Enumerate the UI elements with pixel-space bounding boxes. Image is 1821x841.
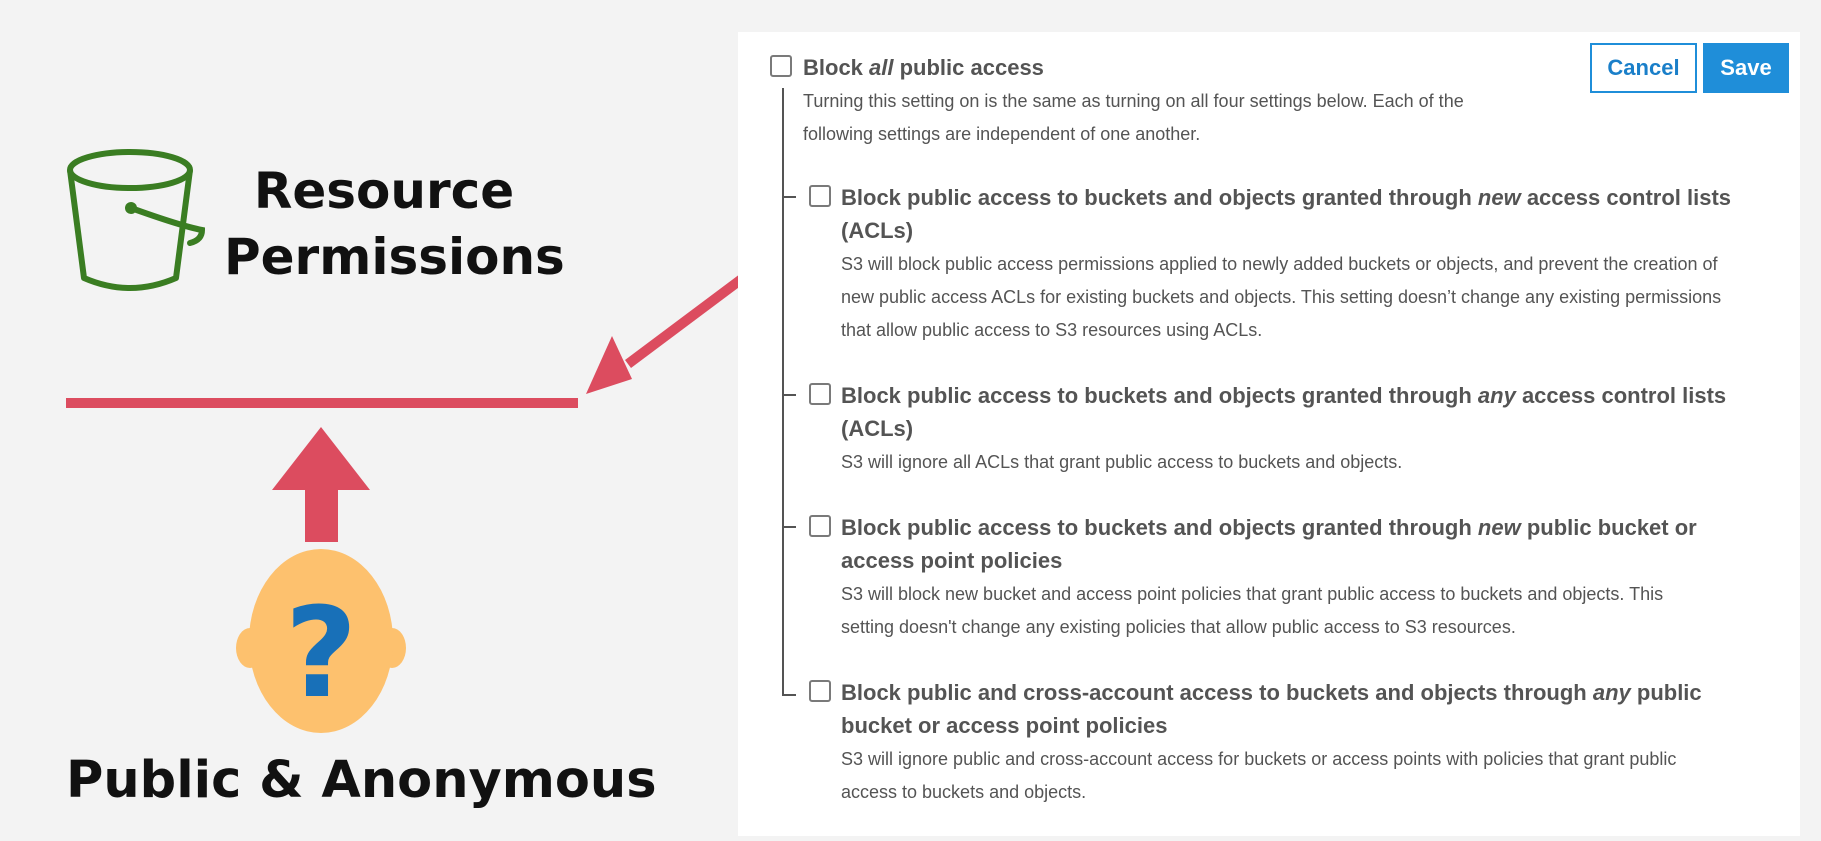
block-all-label: Block all public access bbox=[803, 55, 1044, 80]
block-new-policies-checkbox[interactable] bbox=[809, 515, 831, 537]
tree-branch bbox=[782, 526, 796, 528]
tree-vertical-line bbox=[782, 88, 784, 696]
public-anonymous-title: Public & Anonymous bbox=[66, 751, 657, 810]
block-new-policies-label: Block public access to buckets and objec… bbox=[841, 515, 1697, 573]
block-any-acls-checkbox[interactable] bbox=[809, 383, 831, 405]
block-any-acls-description: S3 will ignore all ACLs that grant publi… bbox=[841, 452, 1403, 472]
block-new-acls-label: Block public access to buckets and objec… bbox=[841, 185, 1732, 243]
resource-title-line2: Permissions bbox=[224, 228, 565, 286]
block-any-policies-description: S3 will ignore public and cross-account … bbox=[841, 749, 1677, 802]
block-any-policies-label: Block public and cross-account access to… bbox=[841, 680, 1702, 738]
block-all-checkbox[interactable] bbox=[770, 55, 792, 77]
tree-branch bbox=[782, 394, 796, 396]
block-new-acls-checkbox[interactable] bbox=[809, 185, 831, 207]
up-arrow-icon bbox=[272, 427, 370, 542]
cancel-button[interactable]: Cancel bbox=[1590, 43, 1697, 93]
block-all-description: Turning this setting on is the same as t… bbox=[803, 91, 1464, 144]
block-any-acls-label: Block public access to buckets and objec… bbox=[841, 383, 1727, 441]
tree-branch bbox=[782, 196, 796, 198]
block-new-acls-description: S3 will block public access permissions … bbox=[841, 254, 1722, 340]
bucket-icon bbox=[67, 149, 206, 291]
resource-title-line1: Resource bbox=[253, 162, 515, 220]
resource-permissions-title: Resource Permissions bbox=[224, 158, 565, 290]
block-new-policies-description: S3 will block new bucket and access poin… bbox=[841, 584, 1664, 637]
question-mark: ? bbox=[285, 581, 358, 726]
save-button[interactable]: Save bbox=[1703, 43, 1789, 93]
anonymous-head-icon: ? bbox=[236, 549, 406, 733]
tree-branch bbox=[782, 694, 796, 696]
block-any-policies-checkbox[interactable] bbox=[809, 680, 831, 702]
